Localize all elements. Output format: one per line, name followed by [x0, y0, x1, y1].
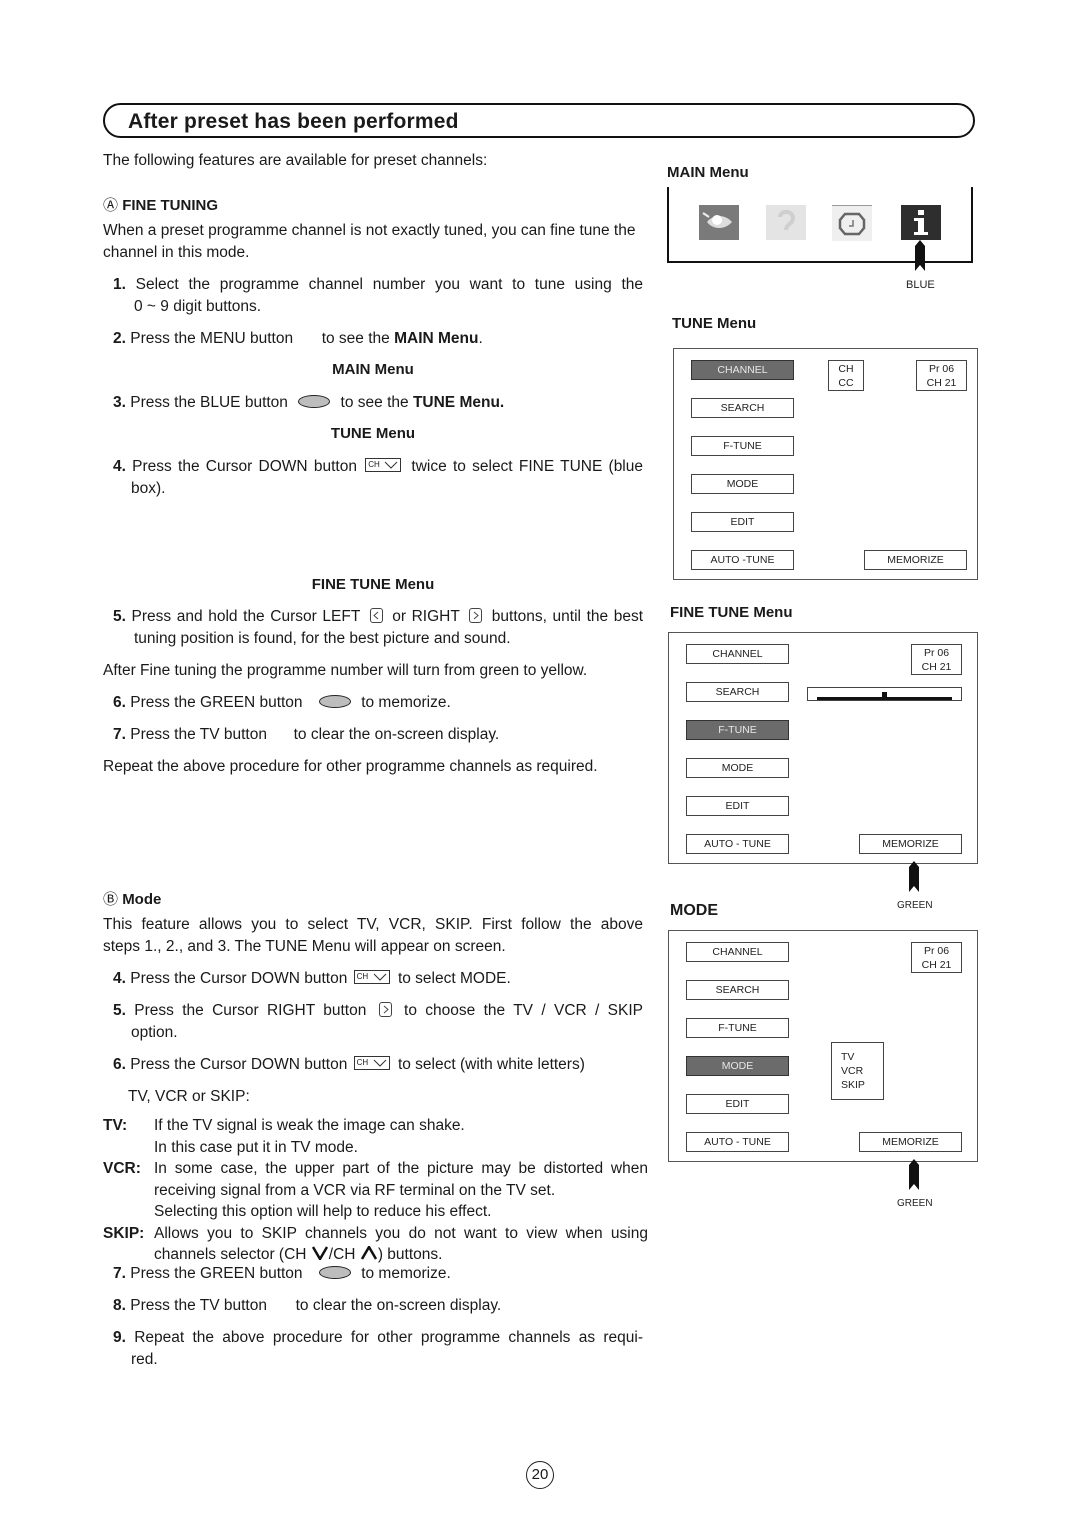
- ft-btn-edit[interactable]: EDIT: [686, 796, 789, 816]
- mode-btn-autotune[interactable]: AUTO - TUNE: [686, 1132, 789, 1152]
- ft-repeat-note: Repeat the above procedure for other pro…: [103, 758, 598, 775]
- section-a-badge: Ⓐ: [103, 197, 119, 214]
- ft-step-7: 7. Press the TV button to clear the on-s…: [113, 726, 500, 743]
- green-button-icon: [318, 1265, 351, 1279]
- fig-mode-label: MODE: [670, 902, 718, 919]
- page-number: 20: [526, 1461, 554, 1489]
- tune-menu-panel: CHANNEL SEARCH F-TUNE MODE EDIT AUTO -TU…: [673, 348, 978, 580]
- mode-option-vcr[interactable]: VCR: [841, 1064, 883, 1078]
- mode-btn-channel[interactable]: CHANNEL: [686, 942, 789, 962]
- definition-vcr: VCR: In some case, the upper part of the…: [103, 1160, 648, 1220]
- page-title: After preset has been performed: [128, 110, 459, 133]
- mode-options-box: TV VCR SKIP: [831, 1042, 884, 1100]
- ch-down-chevron-icon: [311, 1246, 328, 1262]
- mode-option-tv[interactable]: TV: [841, 1050, 883, 1064]
- blue-button-icon: [298, 394, 331, 408]
- ft-btn-mode[interactable]: MODE: [686, 758, 789, 778]
- green-pointer-arrow-icon: [909, 861, 919, 892]
- fine-tune-menu-panel: CHANNEL SEARCH F-TUNE MODE EDIT AUTO - T…: [668, 632, 978, 864]
- mode-definitions: TV: If the TV signal is weak the image c…: [103, 1115, 648, 1266]
- tune-btn-autotune[interactable]: AUTO -TUNE: [691, 550, 794, 570]
- ch-up-chevron-icon: [360, 1244, 377, 1260]
- fig-fine-tune-menu-label: FINE TUNE Menu: [670, 604, 793, 621]
- ft-btn-channel[interactable]: CHANNEL: [686, 644, 789, 664]
- cursor-right-icon: [378, 1001, 392, 1017]
- fig-main-menu-label: MAIN Menu: [667, 164, 749, 181]
- ft-sub-fine-tune-menu: FINE TUNE Menu: [311, 576, 435, 593]
- mode-step-6-cont: TV, VCR or SKIP:: [128, 1088, 250, 1105]
- mode-step-7: 7. Press the GREEN button to memorize.: [113, 1265, 451, 1282]
- mode-step-5: 5. Press the Cursor RIGHT button to choo…: [113, 1001, 643, 1041]
- fine-tuning-heading: Ⓐ FINE TUNING: [103, 197, 219, 214]
- mode-btn-memorize[interactable]: MEMORIZE: [859, 1132, 962, 1152]
- tune-btn-memorize[interactable]: MEMORIZE: [864, 550, 967, 570]
- blue-pointer-label: BLUE: [906, 279, 935, 291]
- ch-down-button-icon: CH: [365, 458, 402, 473]
- tune-btn-ftune[interactable]: F-TUNE: [691, 436, 794, 456]
- timer-icon[interactable]: [832, 205, 872, 241]
- picture-icon[interactable]: [699, 205, 739, 240]
- fig-tune-menu-label: TUNE Menu: [672, 315, 757, 332]
- ft-program-box: Pr 06 CH 21: [911, 644, 962, 675]
- tune-btn-search[interactable]: SEARCH: [691, 398, 794, 418]
- ft-step-6: 6. Press the GREEN button to memorize.: [113, 694, 451, 711]
- tune-btn-mode[interactable]: MODE: [691, 474, 794, 494]
- tune-btn-channel[interactable]: CHANNEL: [691, 360, 794, 380]
- blue-pointer-arrow-icon: [915, 240, 925, 271]
- mode-intro: This feature allows you to select TV, VC…: [103, 916, 643, 955]
- ft-step-5: 5. Press and hold the Cursor LEFT or RIG…: [113, 607, 644, 647]
- ft-step-3: 3. Press the BLUE button to see the TUNE…: [113, 394, 505, 411]
- info-icon[interactable]: [901, 205, 941, 240]
- green-pointer-arrow-icon: [909, 1159, 919, 1190]
- mode-heading: Ⓑ Mode: [103, 891, 162, 908]
- mode-step-8: 8. Press the TV button to clear the on-s…: [113, 1297, 502, 1314]
- definition-tv: TV: If the TV signal is weak the image c…: [103, 1117, 465, 1156]
- mode-step-4: 4. Press the Cursor DOWN button CH to se…: [113, 970, 511, 987]
- mode-btn-ftune[interactable]: F-TUNE: [686, 1018, 789, 1038]
- cursor-right-icon: [469, 607, 483, 623]
- ft-btn-autotune[interactable]: AUTO - TUNE: [686, 834, 789, 854]
- green-pointer-label: GREEN: [897, 1198, 933, 1209]
- mode-btn-mode[interactable]: MODE: [686, 1056, 789, 1076]
- ft-after-note: After Fine tuning the programme number w…: [103, 662, 588, 679]
- mode-btn-search[interactable]: SEARCH: [686, 980, 789, 1000]
- fine-tune-slider-marker[interactable]: [882, 692, 887, 700]
- ft-step-4: 4. Press the Cursor DOWN button CH twice…: [113, 458, 643, 497]
- ft-step-1: 1. Select the programme channel number y…: [113, 276, 643, 315]
- ft-step-2: 2. Press the MENU button to see the MAIN…: [113, 330, 483, 347]
- fine-tuning-description: When a preset programme channel is not e…: [103, 222, 636, 261]
- tune-ch-cc-box: CH CC: [828, 360, 864, 391]
- sound-icon[interactable]: [766, 205, 806, 240]
- ft-sub-tune-menu: TUNE Menu: [330, 425, 416, 442]
- definition-skip: SKIP: Allows you to SKIP channels you do…: [103, 1224, 648, 1264]
- ch-down-button-icon: CH: [353, 1056, 390, 1071]
- green-button-icon: [318, 694, 351, 708]
- mode-btn-edit[interactable]: EDIT: [686, 1094, 789, 1114]
- mode-option-skip[interactable]: SKIP: [841, 1078, 883, 1092]
- tune-btn-edit[interactable]: EDIT: [691, 512, 794, 532]
- ch-down-button-icon: CH: [353, 970, 390, 985]
- green-pointer-label: GREEN: [897, 900, 933, 911]
- mode-menu-panel: CHANNEL SEARCH F-TUNE MODE EDIT AUTO - T…: [668, 930, 978, 1162]
- mode-step-9: 9. Repeat the above procedure for other …: [113, 1329, 643, 1368]
- cursor-left-icon: [369, 607, 383, 623]
- ft-btn-ftune[interactable]: F-TUNE: [686, 720, 789, 740]
- intro-text: The following features are available for…: [103, 152, 488, 169]
- tune-program-box: Pr 06 CH 21: [916, 360, 967, 391]
- ft-btn-memorize[interactable]: MEMORIZE: [859, 834, 962, 854]
- mode-step-6: 6. Press the Cursor DOWN button CH to se…: [113, 1056, 585, 1073]
- ft-sub-main-menu: MAIN Menu: [332, 361, 414, 378]
- ft-btn-search[interactable]: SEARCH: [686, 682, 789, 702]
- section-b-badge: Ⓑ: [103, 891, 119, 908]
- fine-tune-slider[interactable]: [807, 687, 962, 701]
- mode-program-box: Pr 06 CH 21: [911, 942, 962, 973]
